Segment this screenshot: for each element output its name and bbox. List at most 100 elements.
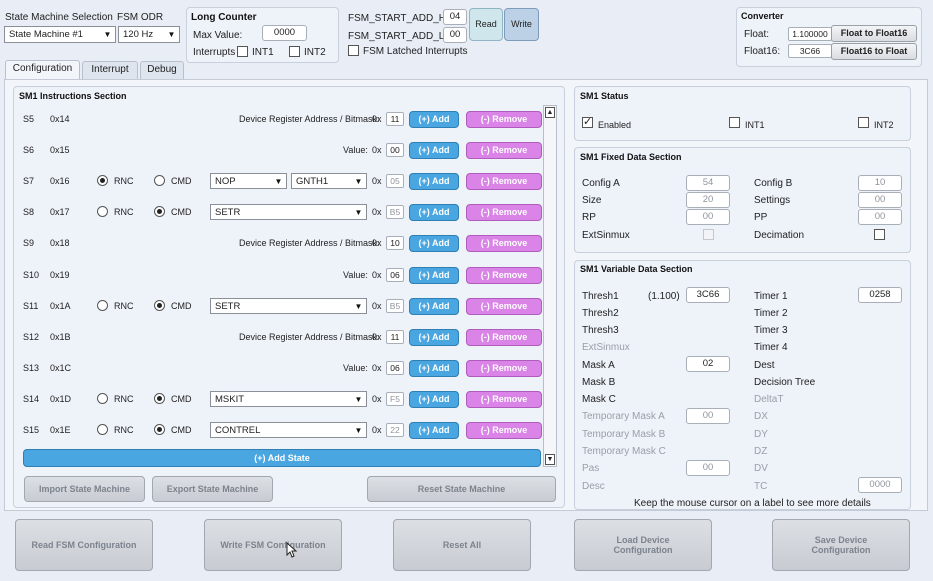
timer2-label[interactable]: Timer 2 (754, 308, 788, 319)
dv-label[interactable]: DV (754, 463, 768, 474)
row-add-button[interactable]: (+) Add (409, 142, 459, 159)
tc-input[interactable]: 0000 (858, 477, 902, 493)
timer1-input[interactable]: 0258 (858, 287, 902, 303)
row-add-button[interactable]: (+) Add (409, 360, 459, 377)
long-counter-int2-checkbox[interactable] (289, 46, 300, 57)
desc-label[interactable]: Desc (582, 481, 605, 492)
row-value-input[interactable]: B5 (386, 299, 404, 313)
mask-a-input[interactable]: 02 (686, 356, 730, 372)
add-state-button[interactable]: (+) Add State (23, 449, 541, 467)
size-label[interactable]: Size (582, 195, 601, 206)
long-counter-int1-checkbox[interactable] (237, 46, 248, 57)
row-remove-button[interactable]: (-) Remove (466, 204, 542, 221)
row-add-button[interactable]: (+) Add (409, 298, 459, 315)
row-value-input[interactable]: 22 (386, 423, 404, 437)
fixed-extsinmux-label[interactable]: ExtSinmux (582, 230, 630, 241)
float16-to-float-button[interactable]: Float16 to Float (831, 43, 917, 60)
row-remove-button[interactable]: (-) Remove (466, 391, 542, 408)
row-command-select[interactable]: NOP ▼ (210, 173, 287, 189)
pp-label[interactable]: PP (754, 212, 767, 223)
row-remove-button[interactable]: (-) Remove (466, 173, 542, 190)
tc-label[interactable]: TC (754, 481, 767, 492)
thresh2-label[interactable]: Thresh2 (582, 308, 619, 319)
tab-debug[interactable]: Debug (140, 61, 184, 79)
export-state-machine-button[interactable]: Export State Machine (152, 476, 273, 502)
dy-label[interactable]: DY (754, 429, 768, 440)
float-to-float16-button[interactable]: Float to Float16 (831, 25, 917, 42)
row-remove-button[interactable]: (-) Remove (466, 111, 542, 128)
config-b-input[interactable]: 10 (858, 175, 902, 191)
fsm-start-add-l-input[interactable]: 00 (443, 27, 467, 43)
row-value-input[interactable]: 11 (386, 330, 404, 344)
deltat-label[interactable]: DeltaT (754, 394, 783, 405)
row-remove-button[interactable]: (-) Remove (466, 422, 542, 439)
row-add-button[interactable]: (+) Add (409, 173, 459, 190)
row-value-input[interactable]: 00 (386, 143, 404, 157)
settings-input[interactable]: 00 (858, 192, 902, 208)
pas-input[interactable]: 00 (686, 460, 730, 476)
float-input[interactable]: 1.100000 (788, 27, 832, 41)
import-state-machine-button[interactable]: Import State Machine (24, 476, 145, 502)
dest-label[interactable]: Dest (754, 360, 775, 371)
decision-tree-label[interactable]: Decision Tree (754, 377, 815, 388)
scroll-up-icon[interactable]: ▲ (545, 107, 555, 118)
row-remove-button[interactable]: (-) Remove (466, 298, 542, 315)
dz-label[interactable]: DZ (754, 446, 767, 457)
temp-mask-a-input[interactable]: 00 (686, 408, 730, 424)
write-button[interactable]: Write (504, 8, 539, 41)
row-add-button[interactable]: (+) Add (409, 329, 459, 346)
row-remove-button[interactable]: (-) Remove (466, 235, 542, 252)
row-add-button[interactable]: (+) Add (409, 267, 459, 284)
load-device-configuration-button[interactable]: Load Device Configuration (574, 519, 712, 571)
cmd-radio[interactable] (154, 206, 165, 217)
read-fsm-configuration-button[interactable]: Read FSM Configuration (15, 519, 153, 571)
row-add-button[interactable]: (+) Add (409, 204, 459, 221)
tab-interrupt[interactable]: Interrupt (82, 61, 138, 79)
read-button[interactable]: Read (469, 8, 503, 41)
row-remove-button[interactable]: (-) Remove (466, 360, 542, 377)
float16-input[interactable]: 3C66 (788, 44, 832, 58)
row-value-input[interactable]: 06 (386, 361, 404, 375)
fsm-latched-checkbox[interactable] (348, 45, 359, 56)
row-value-input[interactable]: 11 (386, 112, 404, 126)
row-remove-button[interactable]: (-) Remove (466, 267, 542, 284)
cmd-radio[interactable] (154, 393, 165, 404)
rnc-radio[interactable] (97, 175, 108, 186)
tab-configuration[interactable]: Configuration (5, 60, 80, 80)
var-extsinmux-label[interactable]: ExtSinmux (582, 342, 630, 353)
thresh1-input[interactable]: 3C66 (686, 287, 730, 303)
config-b-label[interactable]: Config B (754, 178, 792, 189)
row-value-input[interactable]: F5 (386, 392, 404, 406)
timer4-label[interactable]: Timer 4 (754, 342, 788, 353)
row-value-input[interactable]: 05 (386, 174, 404, 188)
temp-mask-b-label[interactable]: Temporary Mask B (582, 429, 665, 440)
row-add-button[interactable]: (+) Add (409, 235, 459, 252)
pp-input[interactable]: 00 (858, 209, 902, 225)
reset-state-machine-button[interactable]: Reset State Machine (367, 476, 556, 502)
row-add-button[interactable]: (+) Add (409, 422, 459, 439)
temp-mask-c-label[interactable]: Temporary Mask C (582, 446, 666, 457)
rnc-radio[interactable] (97, 424, 108, 435)
decimation-label[interactable]: Decimation (754, 230, 804, 241)
row-command-select[interactable]: SETR ▼ (210, 204, 367, 220)
reset-all-button[interactable]: Reset All (393, 519, 531, 571)
fsm-odr-select[interactable]: 120 Hz ▼ (118, 26, 180, 43)
settings-label[interactable]: Settings (754, 195, 790, 206)
enabled-checkbox[interactable] (582, 115, 593, 128)
decimation-checkbox[interactable] (874, 229, 885, 240)
row-condition-select[interactable]: GNTH1 ▼ (291, 173, 367, 189)
timer3-label[interactable]: Timer 3 (754, 325, 788, 336)
row-add-button[interactable]: (+) Add (409, 391, 459, 408)
pas-label[interactable]: Pas (582, 463, 599, 474)
state-machine-select[interactable]: State Machine #1 ▼ (4, 26, 116, 43)
mask-b-label[interactable]: Mask B (582, 377, 615, 388)
thresh1-label[interactable]: Thresh1 (582, 291, 619, 302)
config-a-label[interactable]: Config A (582, 178, 620, 189)
config-a-input[interactable]: 54 (686, 175, 730, 191)
row-remove-button[interactable]: (-) Remove (466, 142, 542, 159)
temp-mask-a-label[interactable]: Temporary Mask A (582, 411, 665, 422)
fsm-start-add-h-input[interactable]: 04 (443, 9, 467, 25)
cmd-radio[interactable] (154, 175, 165, 186)
rp-input[interactable]: 00 (686, 209, 730, 225)
cmd-radio[interactable] (154, 300, 165, 311)
